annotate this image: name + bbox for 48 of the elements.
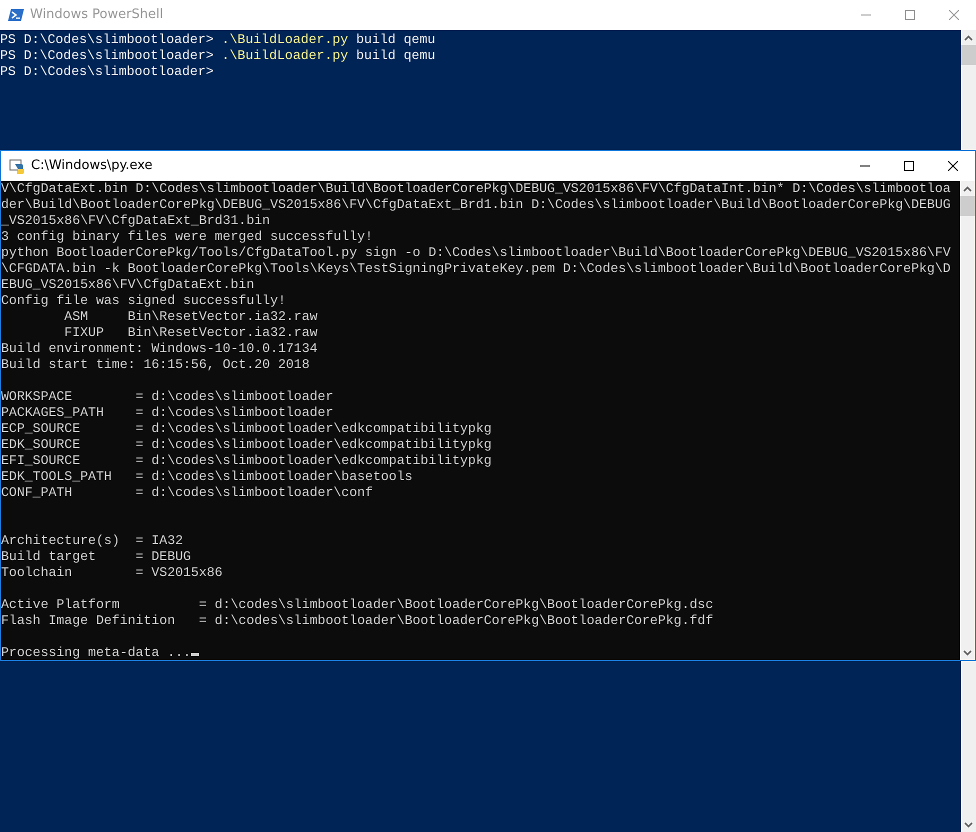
command-args: build qemu <box>355 48 436 63</box>
console-line: Flash Image Definition = d:\codes\slimbootloader\BootloaderCorePkg\BootloaderCorePkg.fdf <box>1 613 714 628</box>
console-line: EBUG_VS2015x86\FV\CfgDataExt.bin <box>1 277 254 292</box>
console-line: Processing meta-data ... <box>1 645 191 660</box>
console-line: ASM Bin\ResetVector.ia32.raw <box>63 309 318 324</box>
console-line: 3 config binary files were merged successfully! <box>1 229 373 244</box>
console-line: Build environment: Windows-10-10.0.17134 <box>1 341 318 356</box>
console-line: WORKSPACE = d:\codes\slimbootloader <box>1 389 334 404</box>
close-icon <box>949 10 959 20</box>
console-line: PACKAGES_PATH = d:\codes\slimbootloader <box>1 405 334 420</box>
caret-down-icon <box>964 822 973 828</box>
command-text: .\BuildLoader.py <box>222 32 348 47</box>
window-title: C:\Windows\py.exe <box>31 157 153 176</box>
scroll-thumb[interactable] <box>961 45 976 65</box>
console-line: _VS2015x86\FV\CfgDataExt_Brd31.bin <box>1 213 270 228</box>
console-line: \CFGDATA.bin -k BootloaderCorePkg\Tools\Keys\TestSigningPrivateKey.pem D:\Codes\slimbootloader\Build\BootloaderCorePkg\D <box>1 261 951 276</box>
console-line: CONF_PATH = d:\codes\slimbootloader\conf <box>1 485 373 500</box>
console-line: Build start time: 16:15:56, Oct.20 2018 <box>1 357 310 372</box>
console-line: Config file was signed successfully! <box>1 293 286 308</box>
maximize-icon <box>905 10 915 20</box>
console-line: python BootloaderCorePkg/Tools/CfgDataTool.py sign -o D:\Codes\slimbootloader\Build\BootloaderCorePkg\DEBUG_VS2015x86\FV <box>1 245 951 260</box>
console-line: EDK_SOURCE = d:\codes\slimbootloader\edkcompatibilitypkg <box>1 437 492 452</box>
console-line: EFI_SOURCE = d:\codes\slimbootloader\edkcompatibilitypkg <box>1 453 492 468</box>
caret-up-icon <box>963 186 972 192</box>
console-line: FIXUP Bin\ResetVector.ia32.raw <box>63 325 318 340</box>
console-line: Active Platform = d:\codes\slimbootloader\BootloaderCorePkg\BootloaderCorePkg.dsc <box>1 597 714 612</box>
maximize-icon <box>904 161 914 171</box>
caret-up-icon <box>964 34 973 40</box>
prompt-text: PS D:\Codes\slimbootloader> <box>0 48 215 63</box>
window-title: Windows PowerShell <box>30 6 164 24</box>
console-line: V\CfgDataExt.bin D:\Codes\slimbootloader\Build\BootloaderCorePkg\DEBUG_VS2015x86\FV\CfgDataInt.bin* D:\Codes\slimbootloa <box>1 181 951 196</box>
scrollbar[interactable] <box>960 181 975 660</box>
scroll-thumb[interactable] <box>960 196 975 216</box>
prompt-text: PS D:\Codes\slimbootloader> <box>0 32 215 47</box>
caret-down-icon <box>963 650 972 656</box>
command-text: .\BuildLoader.py <box>222 48 348 63</box>
console-line: der\Build\BootloaderCorePkg\DEBUG_VS2015x86\FV\CfgDataExt_Brd1.bin D:\Codes\slimbootloader\Build\BootloaderCorePkg\DEBUG <box>1 197 951 212</box>
scrollbar[interactable] <box>961 30 976 150</box>
console-line: Toolchain = VS2015x86 <box>1 565 223 580</box>
powershell-icon <box>8 7 24 23</box>
close-icon <box>948 161 958 171</box>
console-line: ECP_SOURCE = d:\codes\slimbootloader\edkcompatibilitypkg <box>1 421 492 436</box>
console-line: Build target = DEBUG <box>1 549 191 564</box>
command-args: build qemu <box>355 32 436 47</box>
prompt-text: PS D:\Codes\slimbootloader> <box>0 64 214 79</box>
console-line: Architecture(s) = IA32 <box>1 533 184 548</box>
console-line: EDK_TOOLS_PATH = d:\codes\slimbootloader\basetools <box>1 469 413 484</box>
python-icon <box>9 158 25 174</box>
